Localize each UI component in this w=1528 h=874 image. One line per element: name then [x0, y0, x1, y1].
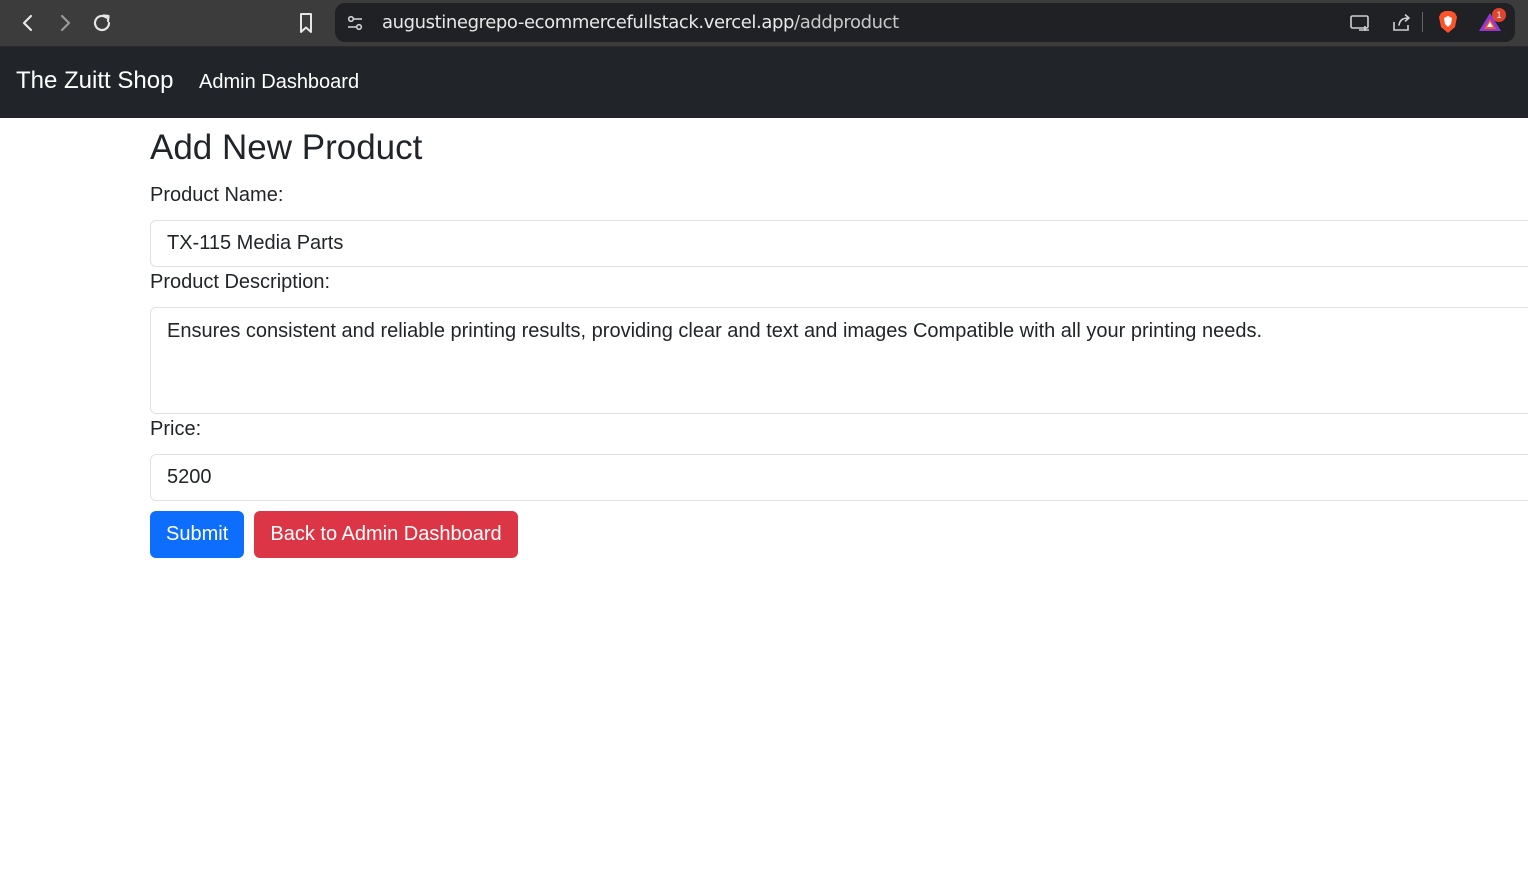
bookmark-icon[interactable]	[291, 8, 321, 38]
nav-link-admin-dashboard[interactable]: Admin Dashboard	[199, 71, 359, 94]
reload-icon[interactable]	[87, 8, 117, 38]
product-description-label: Product Description:	[150, 271, 331, 293]
browser-toolbar: augustinegrepo-ecommercefullstack.vercel…	[0, 0, 1528, 47]
back-icon[interactable]	[13, 8, 43, 38]
toolbar-divider	[1422, 12, 1423, 32]
forward-icon[interactable]	[50, 8, 80, 38]
product-name-label: Product Name:	[150, 184, 284, 206]
price-label: Price:	[150, 418, 202, 440]
page-title: Add New Product	[150, 128, 423, 167]
product-name-input[interactable]	[150, 220, 1528, 267]
brave-rewards-icon[interactable]: 1	[1478, 8, 1512, 34]
address-bar[interactable]: augustinegrepo-ecommercefullstack.vercel…	[335, 3, 1515, 42]
app-navbar: The Zuitt Shop Admin Dashboard	[0, 47, 1528, 118]
cast-icon[interactable]	[1349, 13, 1371, 38]
rewards-badge: 1	[1492, 8, 1506, 22]
submit-button[interactable]: Submit	[150, 511, 244, 558]
brave-shield-icon[interactable]	[1437, 10, 1459, 39]
site-settings-icon[interactable]	[345, 13, 365, 38]
navbar-brand[interactable]: The Zuitt Shop	[16, 67, 173, 95]
url-text: augustinegrepo-ecommercefullstack.vercel…	[382, 12, 899, 33]
share-icon[interactable]	[1391, 13, 1413, 38]
product-description-textarea[interactable]: Ensures consistent and reliable printing…	[150, 307, 1528, 414]
price-input[interactable]	[150, 454, 1528, 501]
back-to-admin-dashboard-button[interactable]: Back to Admin Dashboard	[254, 511, 518, 558]
